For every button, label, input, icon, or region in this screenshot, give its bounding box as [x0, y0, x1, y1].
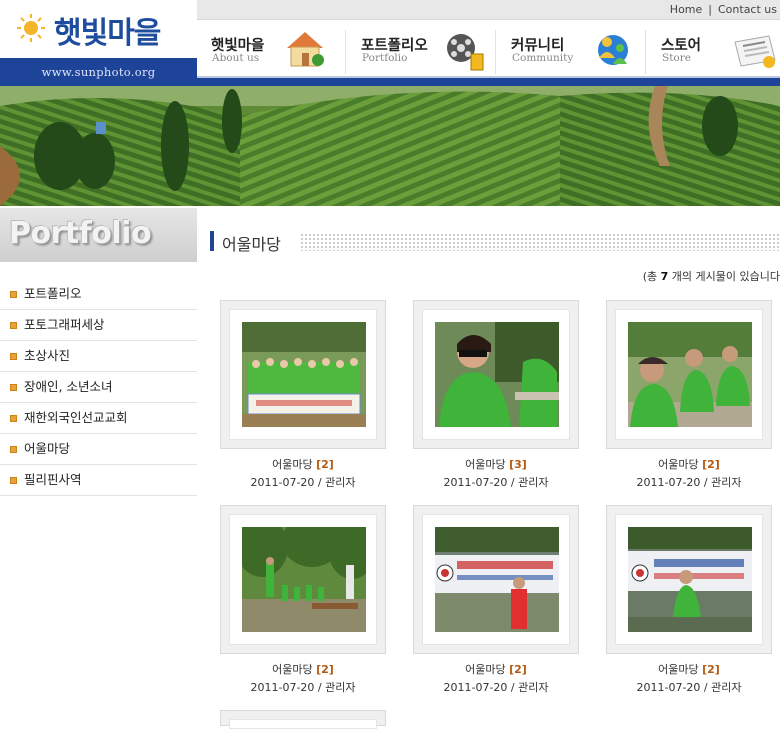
sidebar-item-eoulmadang[interactable]: 어울마당	[0, 434, 197, 465]
bullet-icon	[10, 291, 17, 298]
post-title-text: 어울마당	[658, 458, 699, 471]
people-icon	[598, 35, 628, 65]
sidebar-item-church[interactable]: 재한외국인선교교회	[0, 403, 197, 434]
sidebar-item-youth[interactable]: 장애인, 소년소녀	[0, 372, 197, 403]
sidebar-item-portfolio[interactable]: 포트폴리오	[0, 279, 197, 310]
gallery-thumb[interactable]	[413, 300, 579, 449]
photo-speaker-green	[628, 527, 752, 632]
photo-speaker-banner	[435, 527, 559, 632]
title-marker	[210, 231, 214, 251]
post-title-text: 어울마당	[658, 663, 699, 676]
comment-count: [2]	[316, 663, 334, 676]
comment-count: [3]	[509, 458, 527, 471]
comment-count: [2]	[509, 663, 527, 676]
post-title-text: 어울마당	[465, 458, 506, 471]
nav-store-sublabel: Store	[662, 52, 691, 64]
sidebar-title: Portfolio	[0, 208, 197, 262]
logo[interactable]: 햇빛마을	[0, 0, 197, 58]
gallery-thumb[interactable]	[220, 505, 386, 654]
nav-separator	[645, 30, 646, 74]
sidebar-item-label: 포트폴리오	[24, 286, 82, 301]
nav-separator	[495, 30, 496, 74]
sidebar-menu: 포트폴리오 포토그래퍼세상 초상사진 장애인, 소년소녀 재한외국인선교교회 어…	[0, 279, 197, 496]
logo-text: 햇빛마을	[54, 16, 161, 51]
sidebar-item-photographer[interactable]: 포토그래퍼세상	[0, 310, 197, 341]
photo-people-sitting	[628, 322, 752, 427]
post-meta: 2011-07-20 / 관리자	[443, 681, 549, 694]
sidebar-item-label: 포토그래퍼세상	[24, 317, 105, 332]
site-url: www.sunphoto.org	[0, 58, 197, 86]
post-meta: 2011-07-20 / 관리자	[250, 476, 356, 489]
nav-community[interactable]: 커뮤니티 Community	[497, 20, 647, 80]
bullet-icon	[10, 353, 17, 360]
post-title[interactable]: 어울마당 [2]	[606, 661, 772, 677]
gallery-thumb[interactable]	[413, 505, 579, 654]
post-count-number: 7	[660, 270, 669, 283]
bullet-icon	[10, 322, 17, 329]
photo-woman-sunglasses	[435, 322, 559, 427]
sidebar-item-label: 초상사진	[24, 348, 71, 363]
sidebar-title-text: Portfolio	[9, 216, 152, 251]
photo-forest-picnic	[242, 527, 366, 632]
top-links: Home | Contact us	[667, 0, 780, 19]
header-banner-image	[0, 86, 780, 206]
post-meta: 2011-07-20 / 관리자	[443, 476, 549, 489]
post-count: (총 7 개의 게시물이 있습니다	[643, 268, 780, 284]
post-count-suffix: 개의 게시물이 있습니다	[671, 270, 780, 283]
house-icon	[287, 32, 324, 67]
sidebar-item-label: 재한외국인선교교회	[24, 410, 128, 425]
photo-group-banner	[242, 322, 366, 427]
bullet-icon	[10, 446, 17, 453]
sidebar-item-label: 장애인, 소년소녀	[24, 379, 113, 394]
nav-underline	[197, 78, 780, 86]
nav-community-sublabel: Community	[512, 52, 574, 64]
post-title[interactable]: 어울마당 [2]	[413, 661, 579, 677]
post-title[interactable]: 어울마당 [2]	[220, 456, 386, 472]
nav-about-sublabel: About us	[212, 52, 260, 64]
top-strip: Home | Contact us	[197, 0, 780, 20]
sidebar-item-label: 필리핀사역	[24, 472, 82, 487]
post-title[interactable]: 어울마당 [2]	[606, 456, 772, 472]
contact-link[interactable]: Contact us	[715, 3, 780, 16]
film-reel-icon	[447, 34, 484, 71]
newspaper-icon	[734, 35, 776, 68]
nav-store[interactable]: 스토어 Store	[647, 20, 780, 80]
thumb-frame	[229, 719, 377, 729]
sidebar-item-portrait[interactable]: 초상사진	[0, 341, 197, 372]
comment-count: [2]	[316, 458, 334, 471]
home-link[interactable]: Home	[667, 3, 705, 16]
post-title-text: 어울마당	[272, 458, 313, 471]
nav-portfolio-sublabel: Portfolio	[362, 52, 408, 64]
nav-portfolio[interactable]: 포트폴리오 Portfolio	[347, 20, 497, 80]
nav-about[interactable]: 햇빛마을 About us	[197, 20, 347, 80]
gallery-thumb[interactable]	[606, 300, 772, 449]
post-title-text: 어울마당	[465, 663, 506, 676]
title-dotted-line	[300, 233, 780, 251]
post-title[interactable]: 어울마당 [2]	[220, 661, 386, 677]
gallery-thumb[interactable]	[606, 505, 772, 654]
bullet-icon	[10, 384, 17, 391]
post-meta: 2011-07-20 / 관리자	[250, 681, 356, 694]
post-meta: 2011-07-20 / 관리자	[636, 476, 742, 489]
post-count-prefix: (총	[642, 270, 658, 283]
comment-count: [2]	[702, 663, 720, 676]
post-meta: 2011-07-20 / 관리자	[636, 681, 742, 694]
top-link-separator: |	[708, 3, 712, 16]
post-title-text: 어울마당	[272, 663, 313, 676]
page-title: 어울마당	[222, 235, 281, 254]
post-title[interactable]: 어울마당 [3]	[413, 456, 579, 472]
bullet-icon	[10, 415, 17, 422]
sun-icon	[17, 14, 45, 42]
nav-separator	[345, 30, 346, 74]
comment-count: [2]	[702, 458, 720, 471]
gallery-thumb[interactable]	[220, 300, 386, 449]
gallery-thumb[interactable]	[220, 710, 386, 729]
sidebar-item-label: 어울마당	[24, 441, 71, 456]
sidebar-item-philippines[interactable]: 필리핀사역	[0, 465, 197, 496]
bullet-icon	[10, 477, 17, 484]
